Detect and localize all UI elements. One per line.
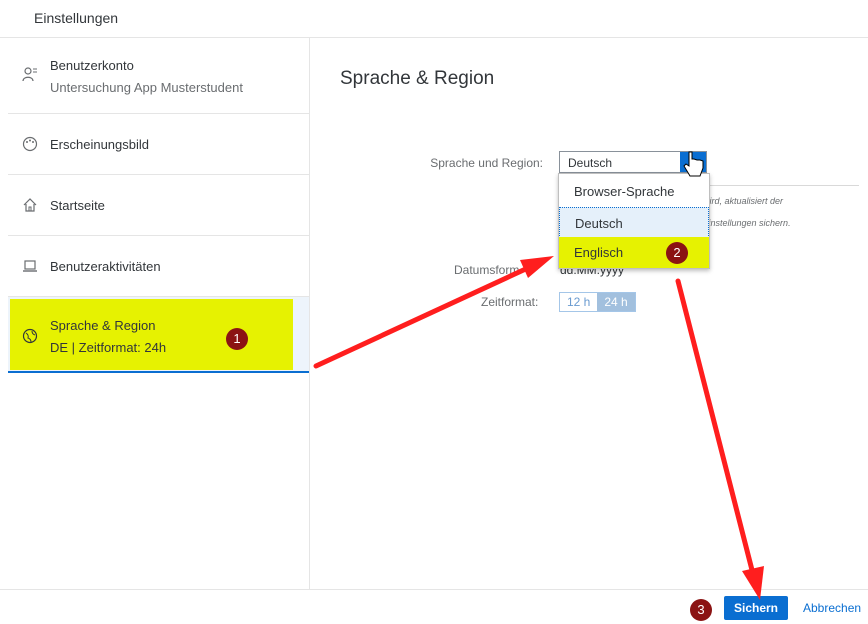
sidebar-item-appearance[interactable]: Erscheinungsbild — [8, 114, 309, 175]
sidebar-item-sub: Untersuchung App Musterstudent — [50, 80, 243, 95]
dropdown-option-deutsch[interactable]: Deutsch — [559, 207, 709, 238]
sidebar-item-home[interactable]: Startseite — [8, 175, 309, 236]
sidebar-item-label: Sprache & Region — [50, 318, 156, 333]
user-account-icon — [22, 66, 38, 82]
sidebar-item-label: Benutzerkonto — [50, 58, 134, 73]
sidebar-item-user-account[interactable]: Benutzerkonto Untersuchung App Musterstu… — [8, 38, 309, 114]
cancel-button[interactable]: Abbrechen — [803, 601, 861, 615]
annotation-badge-2: 2 — [666, 242, 688, 264]
page-title: Sprache & Region — [340, 68, 495, 89]
annotation-badge-3: 3 — [690, 599, 712, 621]
globe-icon — [22, 328, 38, 344]
sidebar-item-user-activities[interactable]: Benutzeraktivitäten — [8, 236, 309, 297]
date-format-label: Datumsform — [454, 263, 520, 277]
time-format-toggle[interactable]: 12 h 24 h — [559, 292, 636, 312]
home-icon — [22, 197, 38, 213]
sidebar-item-sub: DE | Zeitformat: 24h — [50, 340, 167, 355]
annotation-highlight-sidebar: Sprache & Region DE | Zeitformat: 24h — [10, 299, 293, 370]
time-format-24h[interactable]: 24 h — [597, 293, 635, 311]
time-format-12h[interactable]: 12 h — [560, 293, 597, 311]
language-label: Sprache und Region: — [430, 156, 543, 170]
settings-content: Sprache & Region Sprache und Region: Deu… — [310, 38, 868, 590]
annotation-badge-1: 1 — [226, 328, 248, 350]
dialog-footer: Sichern Abbrechen — [0, 589, 868, 624]
dropdown-option-browser[interactable]: Browser-Sprache — [559, 176, 709, 207]
time-format-label: Zeitformat: — [481, 295, 539, 309]
palette-icon — [22, 136, 38, 152]
chevron-down-icon[interactable]: ⌄ — [680, 152, 706, 172]
dialog-title: Einstellungen — [34, 10, 119, 26]
sidebar-item-label: Erscheinungsbild — [50, 137, 150, 152]
language-select-value: Deutsch — [568, 156, 613, 170]
language-select[interactable]: Deutsch ⌄ — [559, 151, 707, 173]
sidebar-item-label: Benutzeraktivitäten — [50, 259, 161, 274]
sidebar-item-label: Startseite — [50, 198, 105, 213]
dialog-header: Einstellungen — [0, 0, 868, 38]
save-button[interactable]: Sichern — [724, 596, 788, 620]
laptop-icon — [22, 258, 38, 274]
